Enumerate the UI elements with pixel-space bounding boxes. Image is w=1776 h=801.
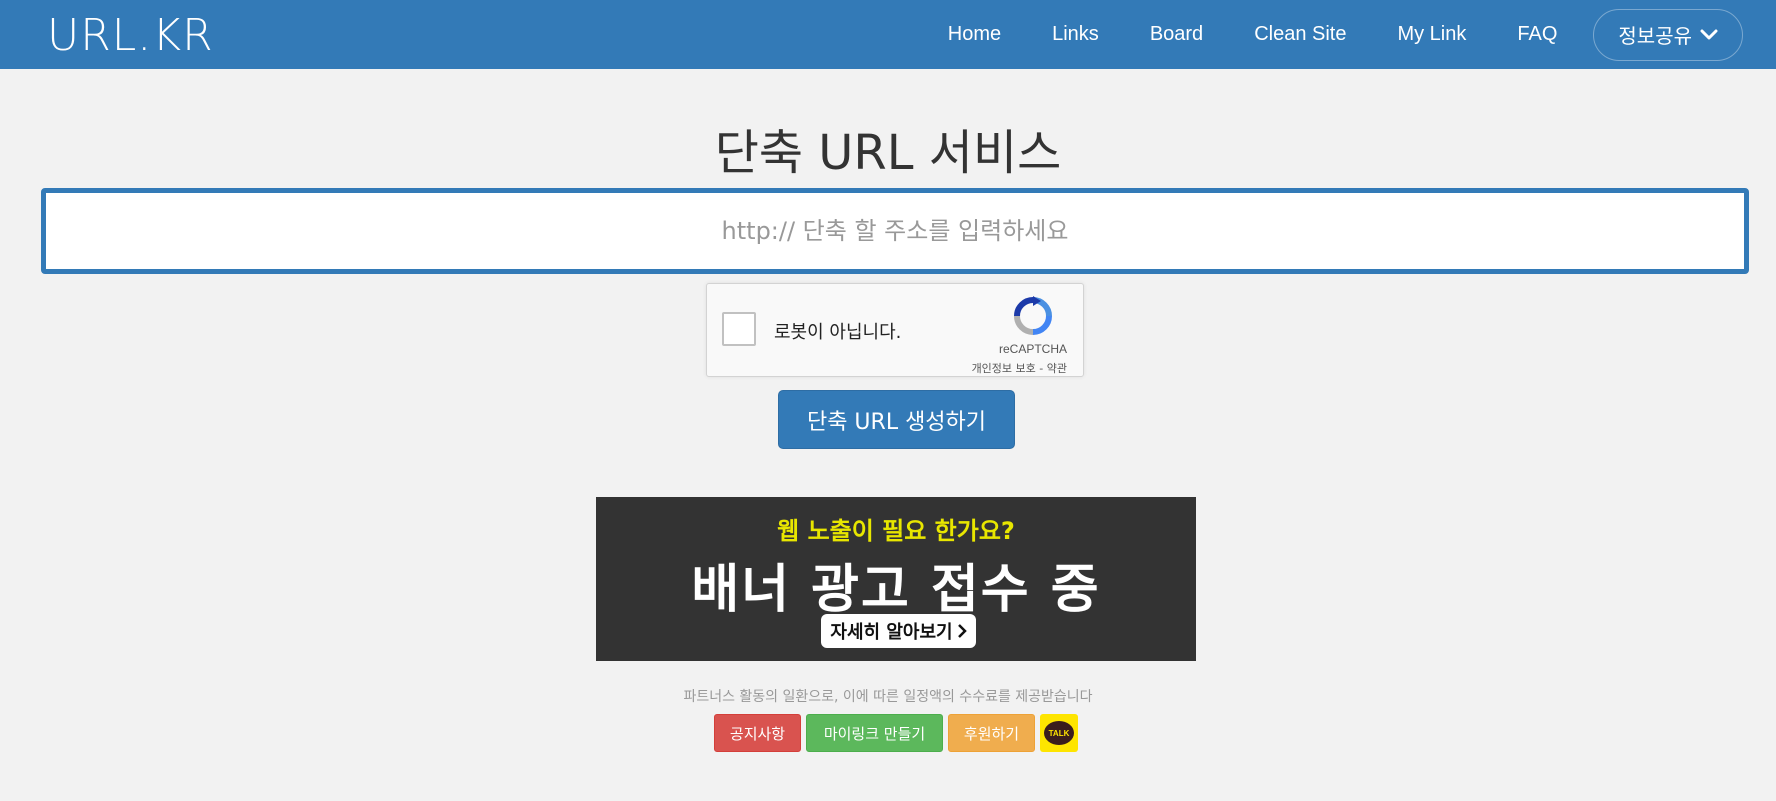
main-nav: Home Links Board Clean Site My Link FAQ … [948, 0, 1776, 69]
recaptcha-privacy-link[interactable]: 개인정보 보호 [972, 362, 1036, 375]
kakaotalk-button[interactable]: TALK [1040, 714, 1078, 752]
recaptcha-terms-link[interactable]: 약관 [1047, 362, 1067, 375]
recaptcha-checkbox[interactable] [722, 312, 756, 346]
nav-board[interactable]: Board [1150, 23, 1203, 46]
partner-note: 파트너스 활동의 일환으로, 이에 따른 일정액의 수수료를 제공받습니다 [683, 689, 1093, 705]
footer-buttons: 공지사항 마이링크 만들기 후원하기 TALK [714, 714, 1078, 752]
recaptcha-separator: - [1035, 362, 1047, 375]
notice-button[interactable]: 공지사항 [714, 714, 801, 752]
donate-button[interactable]: 후원하기 [948, 714, 1035, 752]
banner-subtitle: 웹 노출이 필요 한가요? [777, 517, 1015, 545]
site-logo[interactable]: URL.KR [47, 10, 214, 61]
create-short-url-button[interactable]: 단축 URL 생성하기 [778, 390, 1015, 449]
banner-button-label: 자세히 알아보기 [830, 622, 953, 643]
recaptcha-links: 개인정보 보호 - 약관 [972, 360, 1067, 376]
chevron-right-icon [957, 624, 967, 638]
nav-links[interactable]: Links [1052, 23, 1099, 46]
top-navbar: URL.KR Home Links Board Clean Site My Li… [0, 0, 1776, 69]
kakaotalk-icon: TALK [1044, 721, 1074, 745]
banner-learn-more-button[interactable]: 자세히 알아보기 [821, 614, 976, 648]
recaptcha-brand: reCAPTCHA [998, 342, 1067, 356]
recaptcha-widget: 로봇이 아닙니다. reCAPTCHA 개인정보 보호 - 약관 [706, 283, 1084, 377]
make-mylink-button[interactable]: 마이링크 만들기 [806, 714, 943, 752]
recaptcha-label: 로봇이 아닙니다. [774, 322, 902, 343]
banner-headline: 배너 광고 접수 중 [691, 560, 1101, 620]
dropdown-label: 정보공유 [1618, 26, 1692, 48]
url-input[interactable] [41, 188, 1749, 274]
chevron-down-icon [1700, 29, 1718, 39]
banner-ad[interactable]: 웹 노출이 필요 한가요? 배너 광고 접수 중 자세히 알아보기 [596, 497, 1196, 661]
nav-home[interactable]: Home [948, 23, 1001, 46]
recaptcha-icon [1014, 296, 1052, 335]
nav-clean-site[interactable]: Clean Site [1254, 23, 1346, 46]
info-share-dropdown[interactable]: 정보공유 [1593, 8, 1743, 61]
page-title: 단축 URL 서비스 [714, 125, 1062, 181]
nav-faq[interactable]: FAQ [1517, 23, 1557, 46]
nav-my-link[interactable]: My Link [1397, 23, 1466, 46]
